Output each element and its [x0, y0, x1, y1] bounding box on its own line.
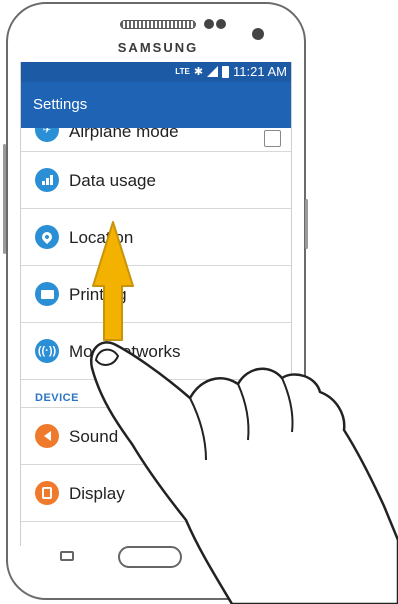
section-header-label: DEVICE [35, 392, 79, 404]
settings-item-label: Data usage [69, 171, 156, 190]
display-icon [35, 481, 59, 505]
section-header-device: DEVICE [21, 380, 291, 408]
status-bar: LTE ✱ 11:21 AM [21, 62, 291, 82]
settings-item-airplane-mode[interactable]: ✈ Airplane mode [21, 128, 291, 152]
phone-screen: LTE ✱ 11:21 AM Settings ✈ Airplane mode … [20, 62, 292, 546]
settings-item-label: More networks [69, 342, 181, 361]
settings-item-more-networks[interactable]: ((·)) More networks [21, 323, 291, 380]
speaker-icon [35, 424, 59, 448]
signal-icon [207, 66, 219, 77]
status-time: 11:21 AM [233, 64, 287, 79]
light-sensor [216, 19, 226, 29]
printer-icon [35, 282, 59, 306]
page-title: Settings [33, 96, 88, 113]
data-usage-icon [35, 168, 59, 192]
settings-item-label: Sound [69, 427, 119, 446]
brand-logo: SAMSUNG [117, 40, 199, 55]
battery-icon [222, 65, 230, 78]
app-bar: Settings [21, 82, 291, 128]
settings-item-label: Printing [69, 285, 127, 304]
recent-apps-button[interactable] [60, 551, 74, 561]
settings-item-printing[interactable]: Printing [21, 266, 291, 323]
settings-item-label: Airplane mode [69, 128, 179, 141]
airplane-icon: ✈ [35, 128, 59, 142]
power-key [305, 199, 308, 249]
network-type: LTE [175, 67, 190, 76]
settings-list[interactable]: ✈ Airplane mode Data usage Location Prin… [21, 128, 291, 522]
home-button[interactable] [118, 546, 182, 568]
volume-key [3, 144, 6, 254]
settings-item-location[interactable]: Location [21, 209, 291, 266]
settings-item-sound[interactable]: Sound [21, 408, 291, 465]
airplane-mode-checkbox[interactable] [264, 130, 281, 147]
earpiece-speaker [120, 20, 196, 29]
antenna-icon: ((·)) [35, 339, 59, 363]
bluetooth-icon: ✱ [193, 66, 204, 78]
settings-item-label: Location [69, 228, 134, 247]
settings-item-data-usage[interactable]: Data usage [21, 152, 291, 209]
location-pin-icon [35, 225, 59, 249]
settings-item-label: Display [69, 484, 125, 503]
front-camera [252, 28, 264, 40]
settings-item-display[interactable]: Display [21, 465, 291, 522]
proximity-sensor [204, 19, 214, 29]
